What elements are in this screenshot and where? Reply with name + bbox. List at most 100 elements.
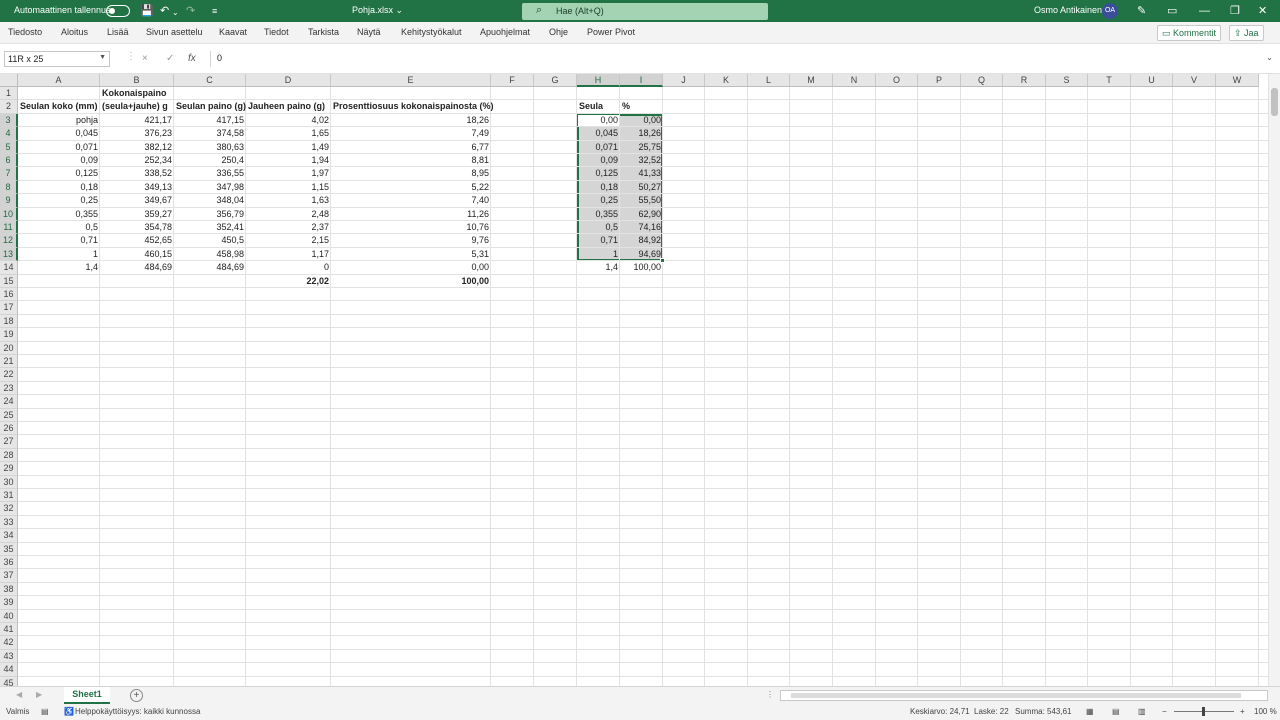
close-icon[interactable]: ✕ bbox=[1258, 4, 1267, 18]
user-name[interactable]: Osmo Antikainen bbox=[1034, 5, 1102, 15]
column-header-r[interactable]: R bbox=[1003, 74, 1046, 87]
zoom-level[interactable]: 100 % bbox=[1254, 707, 1277, 716]
undo-icon[interactable]: ↶ bbox=[160, 4, 169, 18]
row-header-40[interactable]: 40 bbox=[0, 609, 18, 623]
column-header-t[interactable]: T bbox=[1088, 74, 1131, 87]
column-header-f[interactable]: F bbox=[491, 74, 534, 87]
comments-button[interactable]: ▭ Kommentit bbox=[1157, 25, 1222, 41]
row-header-23[interactable]: 23 bbox=[0, 381, 18, 396]
pen-icon[interactable]: ✎ bbox=[1137, 4, 1146, 18]
enter-icon[interactable]: ✓ bbox=[166, 53, 174, 64]
column-header-u[interactable]: U bbox=[1131, 74, 1173, 87]
document-title[interactable]: Pohja.xlsx ⌄ bbox=[352, 5, 403, 16]
row-header-13[interactable]: 13 bbox=[0, 247, 18, 262]
row-header-29[interactable]: 29 bbox=[0, 462, 18, 476]
horizontal-scrollbar[interactable] bbox=[780, 690, 1268, 701]
row-header-45[interactable]: 45 bbox=[0, 676, 18, 686]
row-header-22[interactable]: 22 bbox=[0, 368, 18, 382]
row-header-21[interactable]: 21 bbox=[0, 355, 18, 369]
name-box[interactable]: 11R x 25 ▼ bbox=[4, 51, 110, 67]
formula-input[interactable]: 0 bbox=[210, 51, 1276, 67]
column-header-b[interactable]: B bbox=[100, 74, 174, 87]
row-header-5[interactable]: 5 bbox=[0, 140, 18, 154]
column-header-e[interactable]: E bbox=[331, 74, 491, 87]
fill-handle[interactable] bbox=[660, 258, 665, 264]
autosave-toggle[interactable] bbox=[106, 5, 130, 17]
cancel-icon[interactable]: × bbox=[142, 53, 148, 64]
row-header-2[interactable]: 2 bbox=[0, 100, 18, 114]
row-header-37[interactable]: 37 bbox=[0, 569, 18, 583]
row-header-41[interactable]: 41 bbox=[0, 623, 18, 637]
tab-tiedosto[interactable]: Tiedosto bbox=[8, 27, 42, 37]
tab-ohje[interactable]: Ohje bbox=[549, 27, 568, 37]
row-header-8[interactable]: 8 bbox=[0, 180, 18, 195]
row-header-28[interactable]: 28 bbox=[0, 448, 18, 463]
chevron-down-icon[interactable]: ▼ bbox=[99, 54, 106, 61]
horizontal-scroll-thumb[interactable] bbox=[791, 693, 1241, 698]
row-header-38[interactable]: 38 bbox=[0, 582, 18, 597]
row-header-12[interactable]: 12 bbox=[0, 234, 18, 248]
normal-view-icon[interactable]: ▦ bbox=[1086, 707, 1094, 716]
tab-nayta[interactable]: Näytä bbox=[357, 27, 381, 37]
column-header-o[interactable]: O bbox=[876, 74, 918, 87]
row-header-10[interactable]: 10 bbox=[0, 207, 18, 221]
select-all-corner[interactable] bbox=[0, 74, 18, 87]
column-header-l[interactable]: L bbox=[748, 74, 790, 87]
tab-power-pivot[interactable]: Power Pivot bbox=[587, 27, 635, 37]
share-button[interactable]: ⇪ Jaa bbox=[1229, 25, 1264, 41]
restore-icon[interactable]: ❐ bbox=[1230, 4, 1240, 18]
tab-tiedot[interactable]: Tiedot bbox=[264, 27, 289, 37]
vertical-scroll-thumb[interactable] bbox=[1271, 88, 1278, 116]
row-header-24[interactable]: 24 bbox=[0, 395, 18, 409]
worksheet-grid[interactable]: A B C D E F G H I J K L M N O P Q R S T U V W 1 2 3 4 5 6 7 8 9 10 11 12 13… bbox=[0, 74, 1268, 686]
save-icon[interactable]: 💾 bbox=[140, 4, 154, 18]
column-header-v[interactable]: V bbox=[1173, 74, 1216, 87]
accessibility-status[interactable]: Helppokäyttöisyys: kaikki kunnossa bbox=[75, 707, 200, 716]
row-header-30[interactable]: 30 bbox=[0, 475, 18, 489]
row-header-27[interactable]: 27 bbox=[0, 435, 18, 449]
row-header-33[interactable]: 33 bbox=[0, 515, 18, 530]
tab-split-icon[interactable]: ⋮ bbox=[766, 690, 774, 699]
row-header-39[interactable]: 39 bbox=[0, 596, 18, 610]
tab-tarkista[interactable]: Tarkista bbox=[308, 27, 339, 37]
column-header-m[interactable]: M bbox=[790, 74, 833, 87]
tab-apuohjelmat[interactable]: Apuohjelmat bbox=[480, 27, 530, 37]
column-header-c[interactable]: C bbox=[174, 74, 246, 87]
tab-kehitystyokalut[interactable]: Kehitystyökalut bbox=[401, 27, 462, 37]
column-header-h[interactable]: H bbox=[577, 74, 620, 87]
column-header-d[interactable]: D bbox=[246, 74, 331, 87]
next-sheet-icon[interactable]: ▶ bbox=[36, 690, 42, 699]
accessibility-icon[interactable]: ♿ bbox=[64, 707, 74, 716]
customize-toolbar-icon[interactable]: ≡ bbox=[212, 4, 217, 18]
row-header-14[interactable]: 14 bbox=[0, 261, 18, 275]
row-header-19[interactable]: 19 bbox=[0, 328, 18, 342]
row-header-31[interactable]: 31 bbox=[0, 489, 18, 503]
search-box[interactable]: ⌕ Hae (Alt+Q) bbox=[522, 3, 768, 20]
row-header-9[interactable]: 9 bbox=[0, 194, 18, 208]
row-header-7[interactable]: 7 bbox=[0, 167, 18, 181]
tab-aloitus[interactable]: Aloitus bbox=[61, 27, 88, 37]
column-header-q[interactable]: Q bbox=[961, 74, 1003, 87]
macro-record-icon[interactable]: ▤ bbox=[41, 707, 49, 716]
column-header-k[interactable]: K bbox=[705, 74, 748, 87]
column-header-a[interactable]: A bbox=[18, 74, 100, 87]
row-header-32[interactable]: 32 bbox=[0, 502, 18, 516]
minimize-icon[interactable]: — bbox=[1199, 4, 1210, 18]
row-header-34[interactable]: 34 bbox=[0, 529, 18, 543]
column-header-n[interactable]: N bbox=[833, 74, 876, 87]
ribbon-display-icon[interactable]: ▭ bbox=[1167, 4, 1177, 18]
vertical-scrollbar[interactable] bbox=[1268, 74, 1280, 686]
row-header-42[interactable]: 42 bbox=[0, 636, 18, 650]
row-header-36[interactable]: 36 bbox=[0, 556, 18, 570]
add-sheet-icon[interactable]: + bbox=[130, 689, 143, 702]
row-header-15[interactable]: 15 bbox=[0, 274, 18, 288]
column-header-w[interactable]: W bbox=[1216, 74, 1259, 87]
zoom-slider-thumb[interactable] bbox=[1202, 707, 1205, 716]
expand-formula-icon[interactable]: ⌄ bbox=[1266, 53, 1273, 62]
undo-dropdown-icon[interactable]: ⌄ bbox=[172, 6, 179, 20]
row-header-25[interactable]: 25 bbox=[0, 408, 18, 422]
page-layout-icon[interactable]: ▤ bbox=[1112, 707, 1120, 716]
row-header-44[interactable]: 44 bbox=[0, 663, 18, 677]
row-header-35[interactable]: 35 bbox=[0, 542, 18, 556]
row-header-16[interactable]: 16 bbox=[0, 288, 18, 302]
